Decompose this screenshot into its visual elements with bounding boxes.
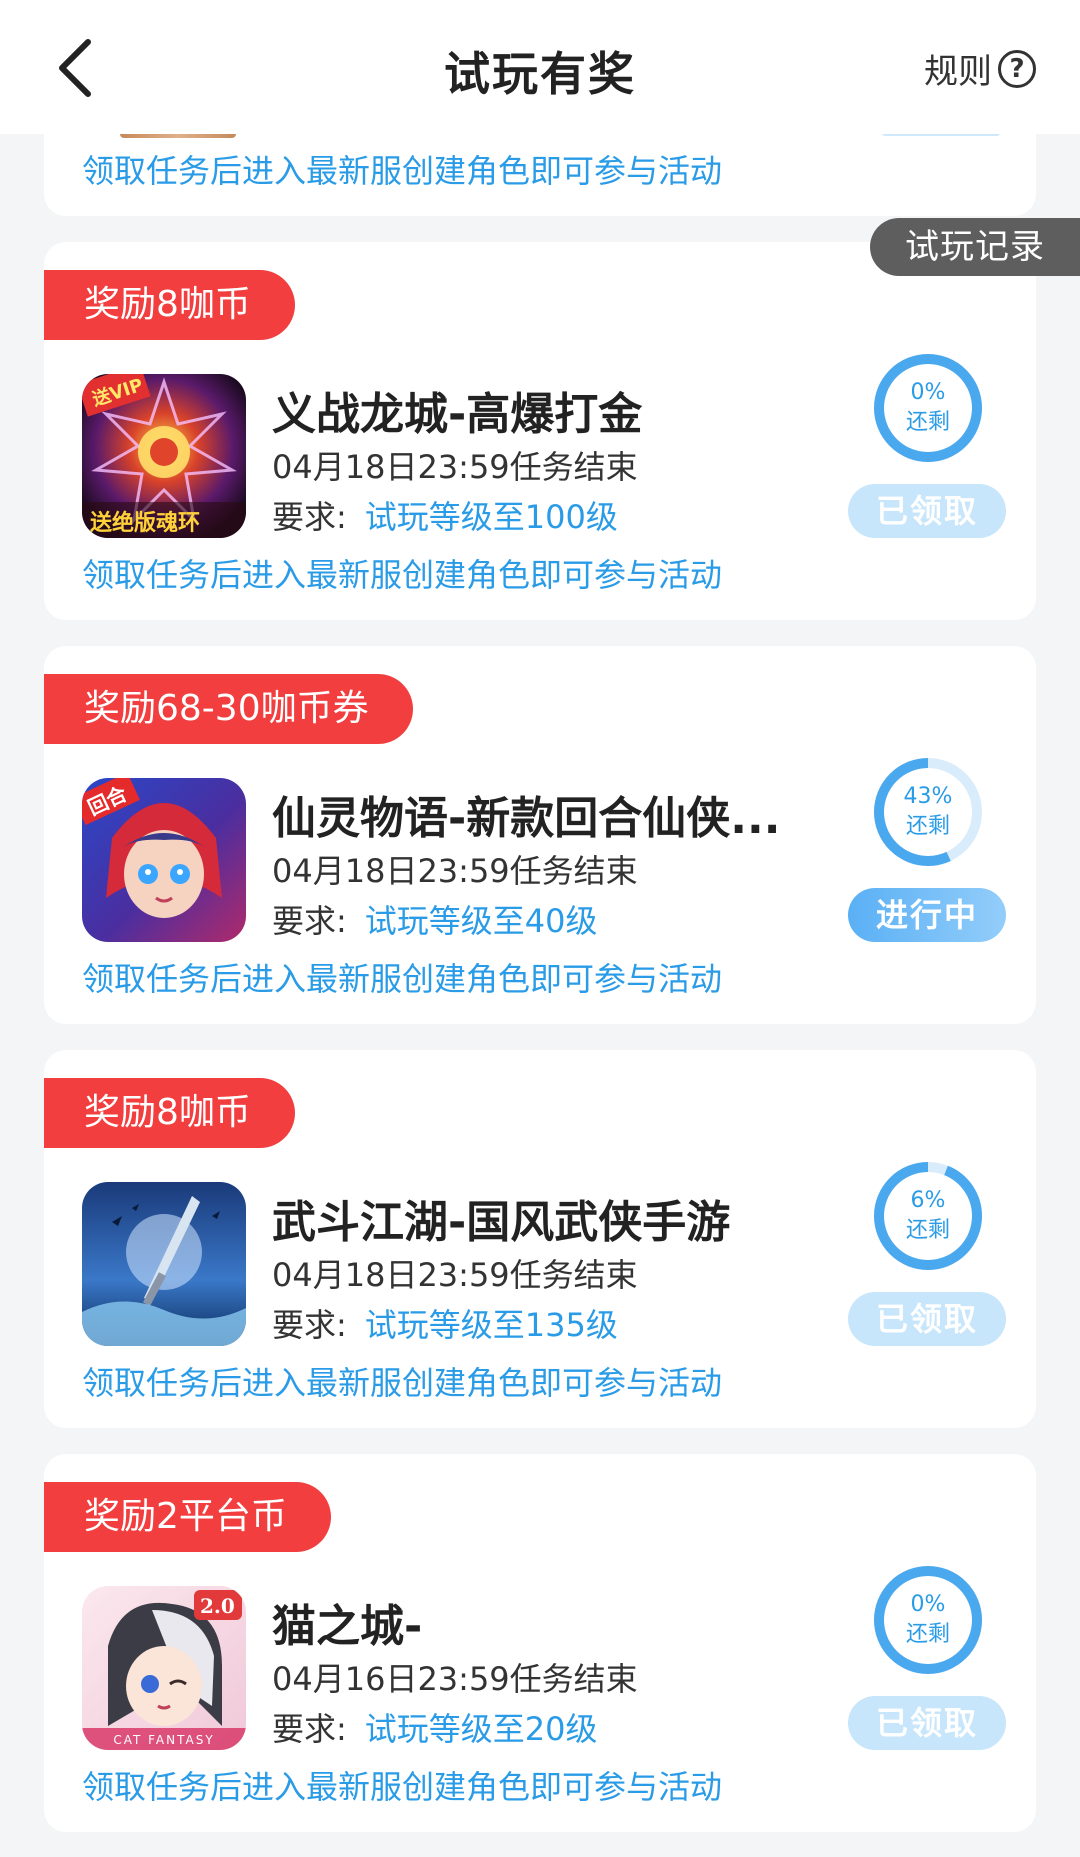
icon-badge-text: 2.0 — [200, 1594, 235, 1618]
rules-button[interactable]: 规则 ? — [924, 44, 1036, 93]
play-record-tab[interactable]: 试玩记录 — [870, 218, 1080, 276]
progress-ring: 43% 还剩 — [872, 756, 984, 868]
task-tip: 领取任务后进入最新服创建角色即可参与活动 — [82, 1364, 723, 1402]
game-name: 猫之城- — [272, 1601, 423, 1652]
requirement-value: 试玩等级至135级 — [364, 1306, 618, 1344]
task-tip: 领取任务后进入最新服创建角色即可参与活动 — [82, 556, 723, 594]
requirement-label: 要求: — [272, 1306, 347, 1344]
game-icon[interactable]: 2.0 CAT FANTASY — [82, 1586, 246, 1750]
requirement-label: 要求: — [272, 1710, 347, 1748]
remaining-label: 还剩 — [905, 1622, 950, 1647]
task-tip: 领取任务后进入最新服创建角色即可参与活动 — [82, 152, 723, 190]
reward-tag: 奖励68-30咖币券 — [44, 674, 413, 744]
remaining-label: 还剩 — [905, 1218, 950, 1243]
end-time: 04月18日23:59任务结束 — [272, 1256, 638, 1294]
requirement-value: 试玩等级至100级 — [364, 498, 618, 536]
progress-ring: 0% 还剩 — [872, 1564, 984, 1676]
game-name: 义战龙城-高爆打金 — [272, 389, 643, 440]
reward-tag: 奖励2平台币 — [44, 1482, 331, 1552]
end-time: 04月18日23:59任务结束 — [272, 852, 638, 890]
game-icon[interactable]: 回合 — [82, 778, 246, 942]
status-button[interactable]: 已领取 — [848, 1292, 1006, 1346]
progress-ring: 0% 还剩 — [872, 352, 984, 464]
game-icon[interactable] — [82, 1182, 246, 1346]
requirement-label: 要求: — [272, 902, 347, 940]
requirement: 要求: 试玩等级至40级 — [272, 896, 598, 942]
requirement: 要求: 试玩等级至20级 — [272, 1704, 598, 1750]
icon-caption-text: CAT FANTASY — [113, 1733, 214, 1747]
status-button[interactable]: 已领取 — [848, 1696, 1006, 1750]
progress-percent: 6% — [910, 1188, 946, 1213]
task-tip: 领取任务后进入最新服创建角色即可参与活动 — [82, 1768, 723, 1806]
requirement-value: 试玩等级至40级 — [364, 902, 598, 940]
progress-percent: 43% — [903, 784, 953, 809]
icon-caption-text: 送绝版魂环 — [90, 510, 200, 536]
remaining-label: 还剩 — [905, 410, 950, 435]
question-circle-icon: ? — [998, 49, 1036, 88]
task-card[interactable]: 奖励8咖币 武斗江湖-国风武侠手游 04月18日23:59任务结束 要求: 试玩等… — [44, 1050, 1036, 1428]
reward-tag: 奖励8咖币 — [44, 1078, 295, 1148]
requirement: 要求: 试玩等级至135级 — [272, 1300, 618, 1346]
game-name: 武斗江湖-国风武侠手游 — [272, 1197, 731, 1248]
requirement-value: 试玩等级至20级 — [364, 1710, 598, 1748]
status-button[interactable]: 已领取 — [848, 484, 1006, 538]
task-card[interactable]: 奖励2平台币 2.0 CAT FANTASY 猫之城- 04月16日23:59任… — [44, 1454, 1036, 1832]
end-time: 04月16日23:59任务结束 — [272, 1660, 638, 1698]
requirement-label: 要求: — [272, 498, 347, 536]
game-icon[interactable]: 送VIP 送绝版魂环 — [82, 374, 246, 538]
task-tip: 领取任务后进入最新服创建角色即可参与活动 — [82, 960, 723, 998]
progress-percent: 0% — [910, 1592, 946, 1617]
page-title: 试玩有奖 — [444, 47, 636, 101]
game-name: 仙灵物语-新款回合仙侠... — [272, 793, 781, 844]
progress-ring: 6% 还剩 — [872, 1160, 984, 1272]
progress-percent: 0% — [910, 380, 946, 405]
status-button[interactable]: 进行中 — [848, 888, 1006, 942]
rules-label: 规则 — [924, 52, 992, 92]
task-card[interactable]: 奖励68-30咖币券 回合 仙灵物语-新款回合仙侠... 04月18日23:59… — [44, 646, 1036, 1024]
task-card[interactable]: 奖励8咖币 送VIP 送绝版魂环 义战龙城-高爆打金 04月18日23:59任务… — [44, 242, 1036, 620]
end-time: 04月18日23:59任务结束 — [272, 448, 638, 486]
top-bar: 试玩有奖 规则 ? — [0, 0, 1080, 134]
reward-tag: 奖励8咖币 — [44, 270, 295, 340]
requirement: 要求: 试玩等级至100级 — [272, 492, 618, 538]
remaining-label: 还剩 — [905, 814, 950, 839]
